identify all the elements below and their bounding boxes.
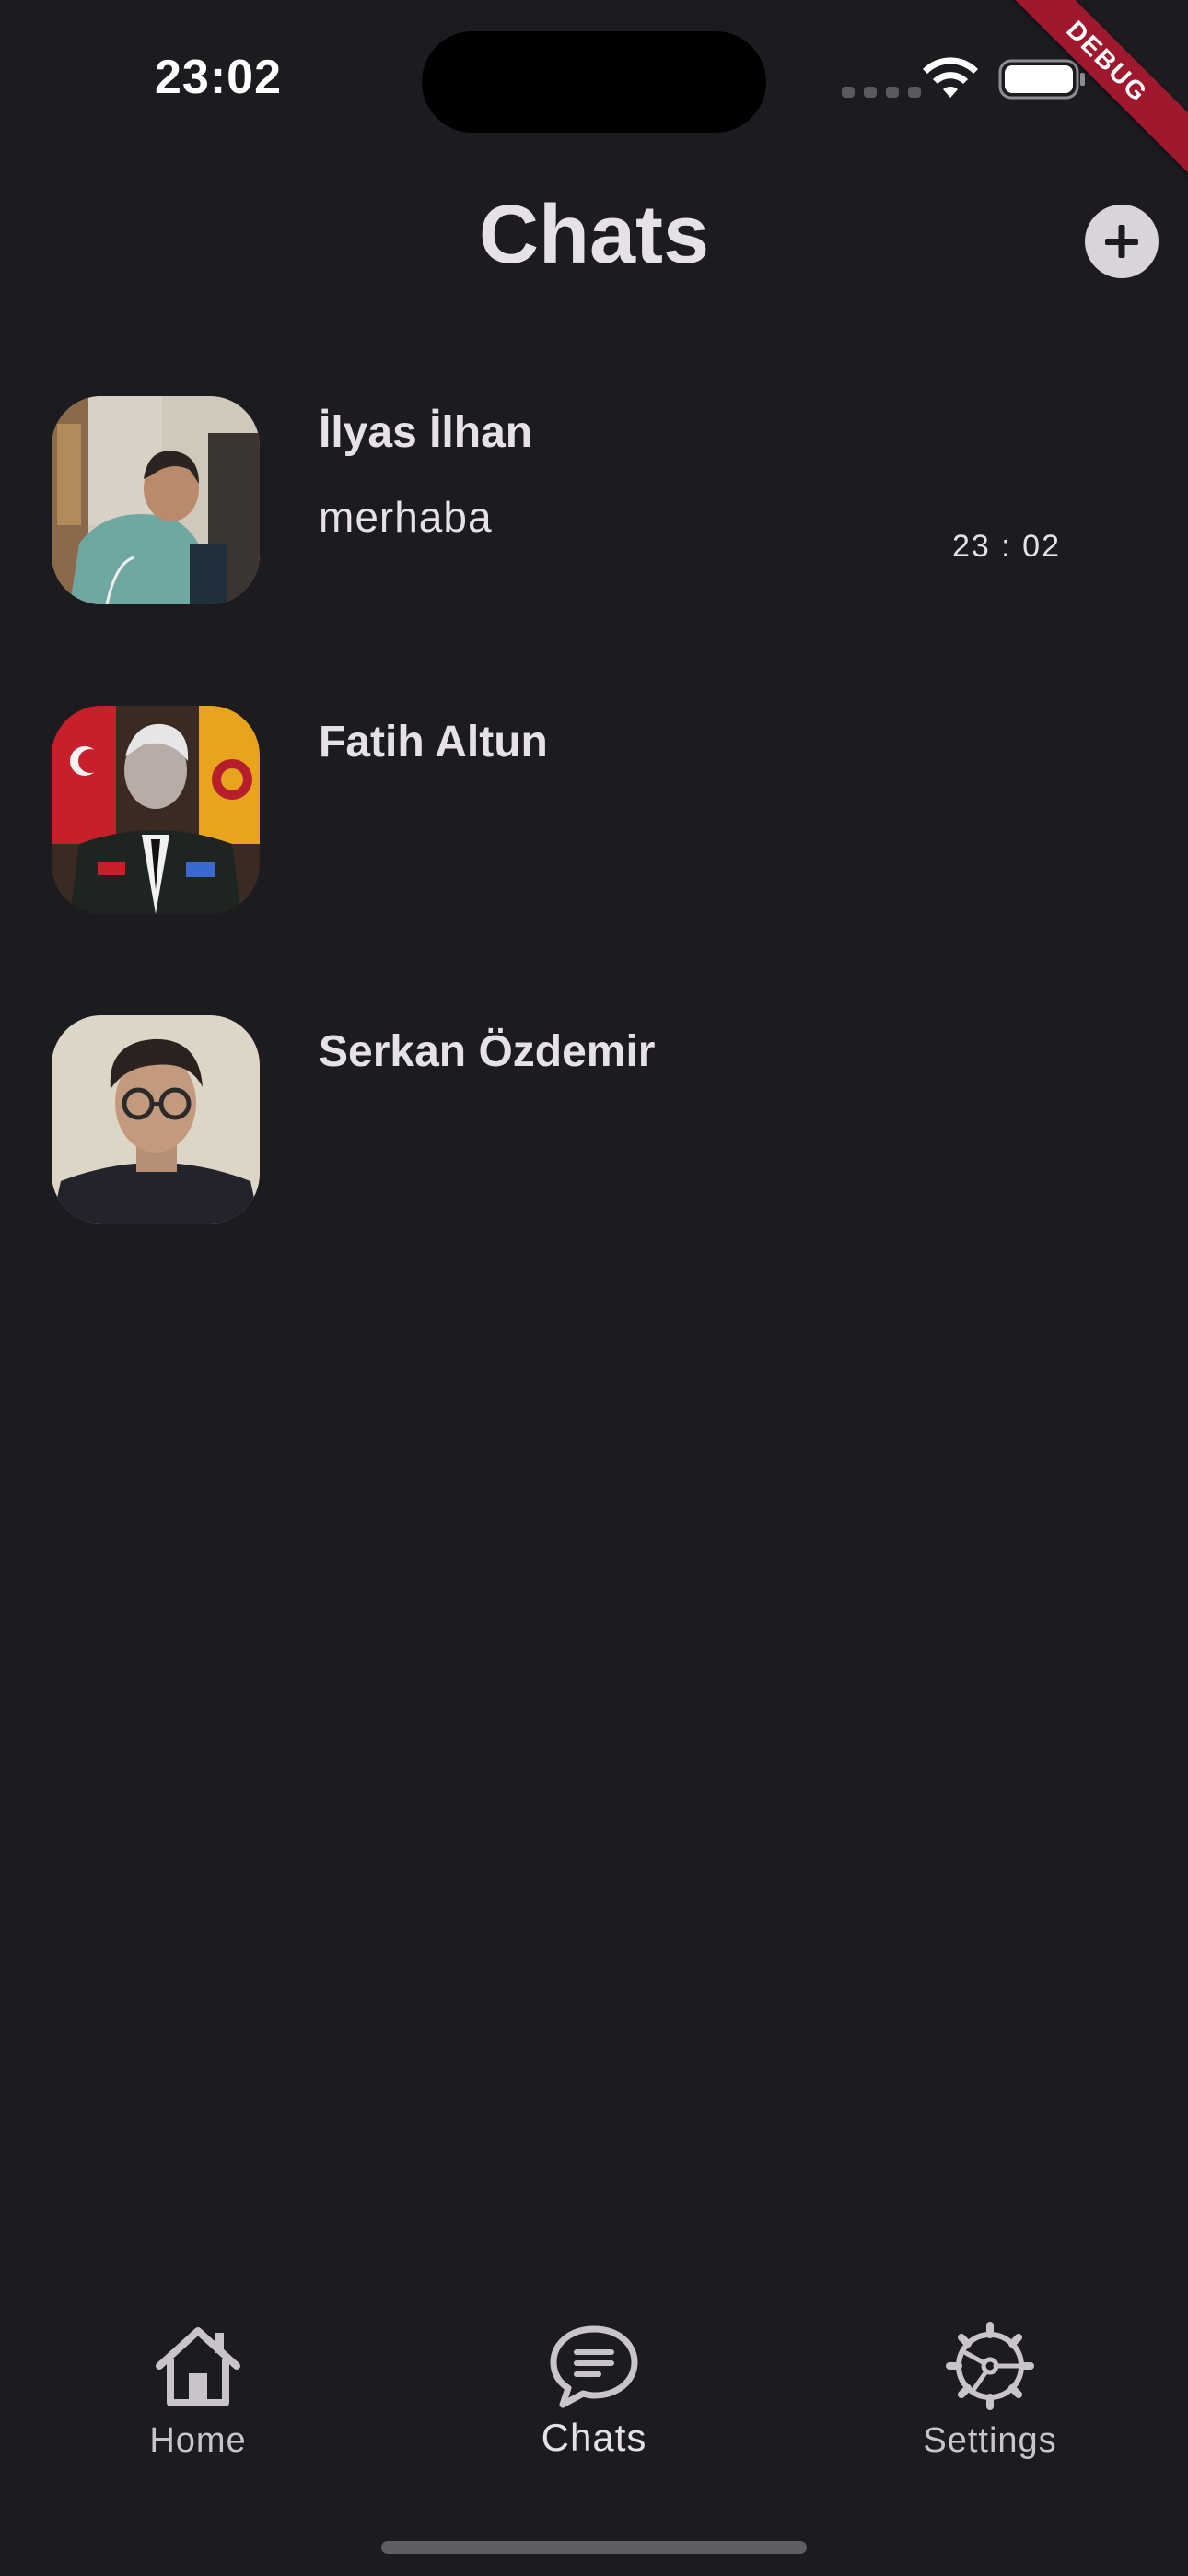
chat-list-item[interactable]: İlyas İlhan merhaba 23 : 02 bbox=[0, 378, 1188, 617]
chat-list-item[interactable]: Serkan Özdemir bbox=[0, 997, 1188, 1236]
gear-icon bbox=[946, 2322, 1034, 2410]
page-title: Chats bbox=[478, 189, 710, 281]
bottom-nav: Home Chats Settings bbox=[0, 2303, 1188, 2488]
chat-bubble-icon bbox=[550, 2325, 638, 2408]
cellular-signal-icon bbox=[842, 87, 921, 98]
chat-contact-name: Fatih Altun bbox=[319, 718, 548, 767]
chat-contact-name: İlyas İlhan bbox=[319, 408, 533, 457]
chat-timestamp: 23 : 02 bbox=[952, 529, 1061, 564]
home-icon bbox=[156, 2327, 240, 2406]
nav-item-chats[interactable]: Chats bbox=[474, 2303, 714, 2478]
nav-item-home[interactable]: Home bbox=[78, 2303, 318, 2478]
nav-item-settings[interactable]: Settings bbox=[870, 2303, 1110, 2478]
status-time: 23:02 bbox=[155, 51, 282, 104]
chat-last-message: merhaba bbox=[319, 493, 493, 541]
avatar bbox=[52, 396, 260, 604]
nav-label-home: Home bbox=[149, 2421, 247, 2460]
chat-contact-name: Serkan Özdemir bbox=[319, 1027, 656, 1076]
plus-icon bbox=[1105, 225, 1138, 258]
add-chat-button[interactable] bbox=[1085, 205, 1159, 278]
avatar bbox=[52, 706, 260, 914]
chat-list-item[interactable]: Fatih Altun bbox=[0, 687, 1188, 927]
battery-icon bbox=[998, 59, 1085, 100]
nav-label-chats: Chats bbox=[541, 2416, 647, 2459]
wifi-icon bbox=[923, 57, 978, 98]
avatar bbox=[52, 1015, 260, 1224]
dynamic-island bbox=[422, 31, 766, 133]
home-indicator bbox=[381, 2541, 807, 2554]
nav-label-settings: Settings bbox=[923, 2421, 1057, 2460]
